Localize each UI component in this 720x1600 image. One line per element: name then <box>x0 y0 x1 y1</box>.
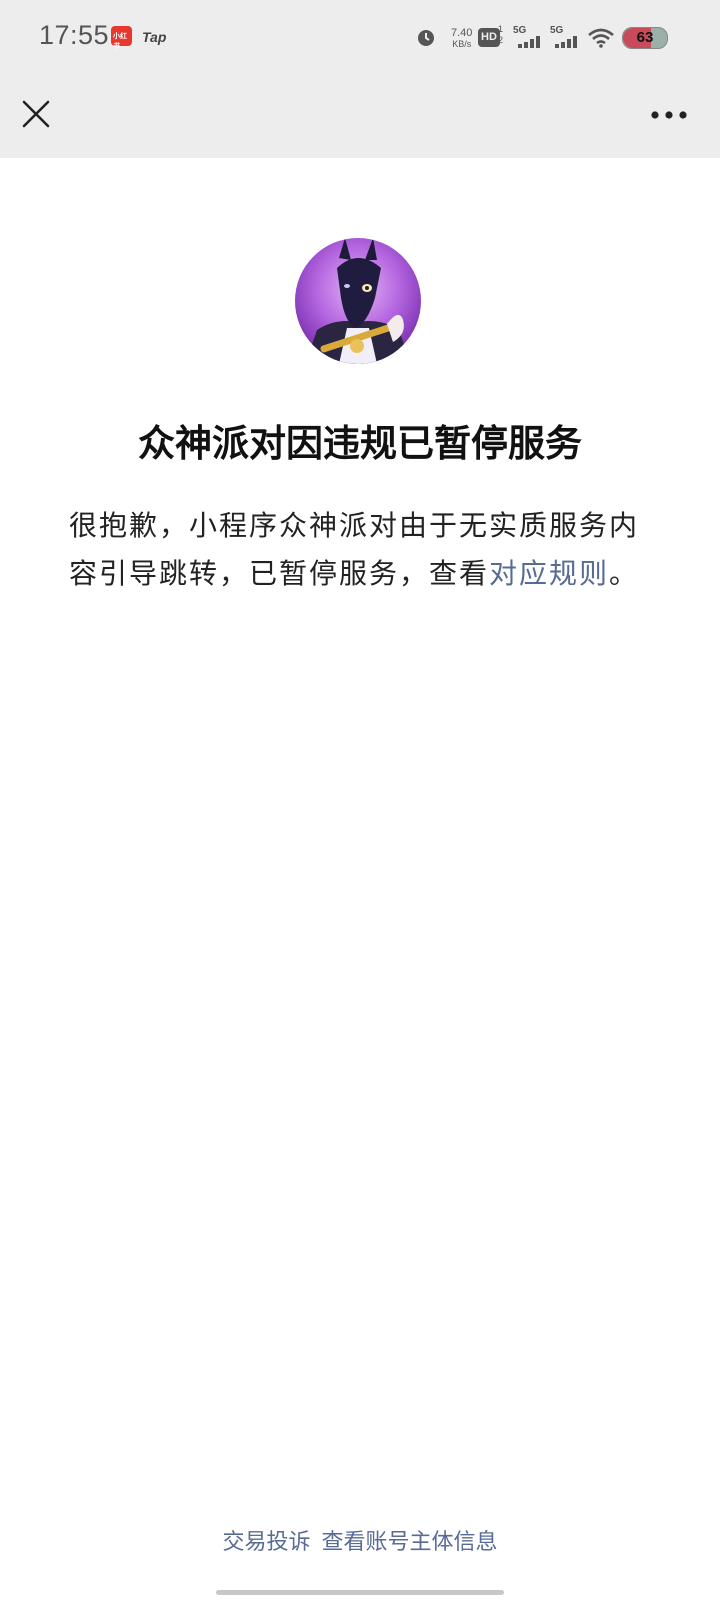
home-indicator[interactable] <box>216 1590 504 1595</box>
status-time: 17:55 <box>39 20 110 50</box>
status-bar: 17:55 小红书 Tap 7.40 KB/s HD 1 2 5G 5G 63 <box>0 0 720 76</box>
hd-voice-icon: HD <box>478 28 500 47</box>
account-entity-info-link[interactable]: 查看账号主体信息 <box>322 1530 498 1555</box>
battery-level: 63 <box>636 29 654 46</box>
hd-voice-sim-index: 1 2 <box>498 24 503 46</box>
page-title: 众神派对因违规已暂停服务 <box>138 422 582 465</box>
suspension-description: 很抱歉，小程序众神派对由于无实质服务内容引导跳转，已暂停服务，查看对应规则。 <box>69 502 659 598</box>
sim2-signal-icon <box>555 36 577 48</box>
more-icon[interactable] <box>650 100 688 130</box>
network-speed-value: 7.40 <box>451 27 473 39</box>
wifi-icon <box>588 28 614 48</box>
mini-program-avatar <box>295 238 421 364</box>
close-icon[interactable] <box>20 98 52 130</box>
sim2-network-type: 5G <box>550 25 564 36</box>
transaction-complaint-link[interactable]: 交易投诉 <box>222 1530 310 1555</box>
hd-voice-sim-index-bottom: 2 <box>498 35 504 45</box>
hd-voice-sim-index-top: 1 <box>498 24 504 34</box>
xiaohongshu-app-icon-label: 小红书 <box>113 32 127 50</box>
battery-icon: 63 <box>622 27 668 49</box>
rules-link[interactable]: 对应规则 <box>489 557 609 590</box>
network-speed-unit: KB/s <box>452 39 472 49</box>
description-period: 。 <box>609 557 640 590</box>
navigation-bar <box>0 76 720 158</box>
network-speed: 7.40 KB/s <box>451 28 472 50</box>
sim1-network-type: 5G <box>513 25 527 36</box>
taptap-app-icon: Tap <box>142 29 167 45</box>
sim1-signal-icon <box>518 36 540 48</box>
footer-links: 交易投诉 查看账号主体信息 <box>0 1524 720 1556</box>
xiaohongshu-app-icon: 小红书 <box>111 26 132 50</box>
alarm-icon <box>418 30 434 46</box>
